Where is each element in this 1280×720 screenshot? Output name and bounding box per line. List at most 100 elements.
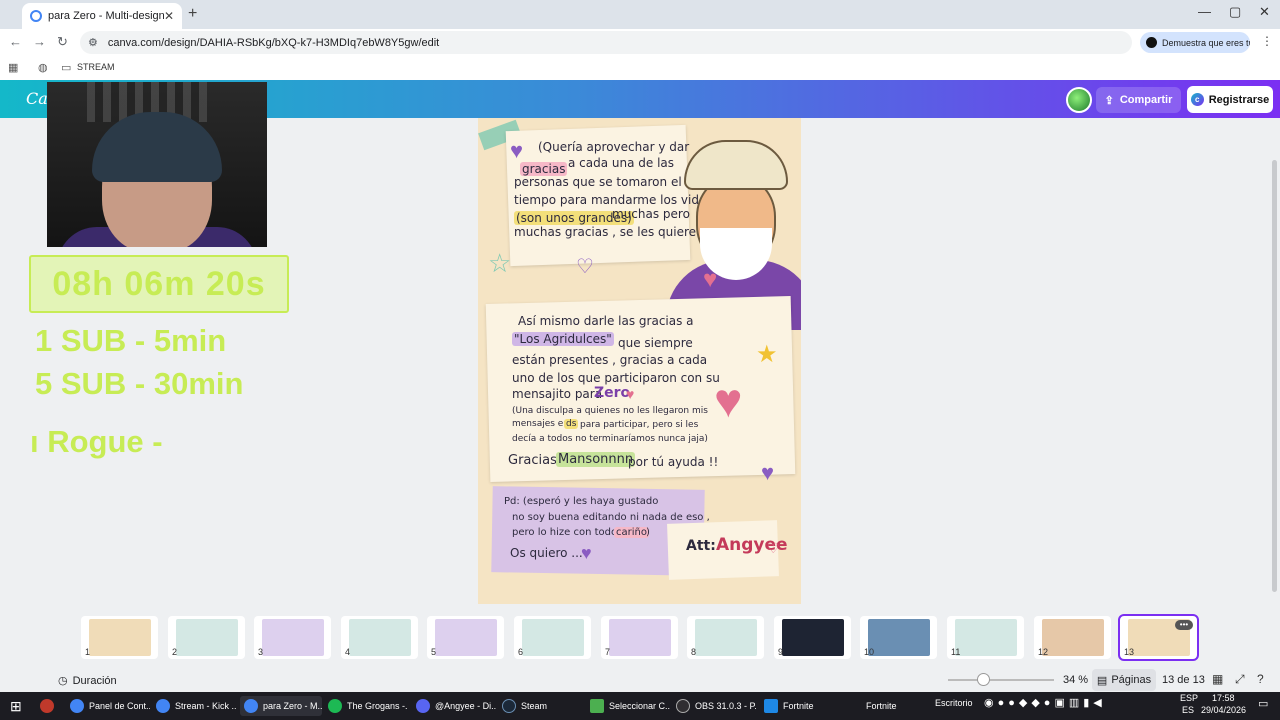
page-thumbnail[interactable]: 1 [81, 616, 158, 659]
canvas-scrollbar[interactable] [1272, 160, 1277, 592]
upload-icon: ⇪ [1104, 94, 1114, 107]
pages-label: Páginas [1111, 674, 1152, 686]
webcam-beanie [92, 112, 222, 182]
fullscreen-icon[interactable]: ⤢ [1235, 672, 1245, 687]
page-thumbnail[interactable]: 12 [1034, 616, 1111, 659]
register-label: Registrarse [1208, 93, 1270, 106]
page-thumbnail[interactable]: 11 [947, 616, 1024, 659]
taskbar-item-select[interactable]: Seleccionar C... [590, 696, 670, 716]
thumbnail-number: 3 [258, 647, 264, 657]
restore-button[interactable]: ▢ [1229, 4, 1241, 20]
page-thumbnail[interactable]: 9 [774, 616, 851, 659]
help-icon[interactable]: ? [1257, 672, 1264, 686]
note2-line4: uno de los que participaron con su [512, 371, 720, 385]
page-thumbnail[interactable]: 6 [514, 616, 591, 659]
note2-line8: para participar, pero si les [580, 420, 699, 430]
taskbar-item-obs[interactable]: OBS 31.0.3 - P... [676, 696, 756, 716]
taskbar-label: OBS 31.0.3 - P... [695, 701, 756, 711]
clock-time[interactable]: 17:58 [1212, 693, 1235, 703]
app-icon[interactable] [40, 696, 54, 716]
register-button[interactable]: c Registrarse [1187, 86, 1273, 113]
note1-line1: (Quería aprovechar y dar [538, 140, 690, 154]
bookmark-star-icon[interactable]: ☆ [88, 36, 98, 49]
language-bottom[interactable]: ES [1182, 705, 1194, 715]
pages-button[interactable]: ▤ Páginas [1092, 669, 1156, 691]
taskbar-item-steam[interactable]: Steam [502, 696, 582, 716]
apps-grid-icon[interactable]: ▦ [8, 61, 18, 74]
sub-rule-2: 5 SUB - 30min [35, 366, 244, 401]
thumbnail-preview [868, 619, 930, 656]
tab-close-button[interactable]: ✕ [164, 9, 174, 23]
profile-chip[interactable]: Demuestra que eres tú [1140, 32, 1250, 53]
browser-menu-icon[interactable]: ⋮ [1261, 34, 1273, 48]
heart-icon: ♡ [576, 256, 594, 278]
duration-button[interactable]: ◷ Duración [58, 674, 117, 688]
heart-icon: ♥ [510, 138, 524, 163]
thumbnail-number: 11 [951, 647, 961, 657]
zoom-slider-handle[interactable] [977, 673, 990, 686]
page-thumbnail[interactable]: 4 [341, 616, 418, 659]
language-top[interactable]: ESP [1180, 693, 1198, 703]
zoom-level[interactable]: 34 % [1063, 674, 1088, 686]
design-page[interactable]: ♥ (Quería aprovechar y dar gracias a cad… [478, 118, 801, 604]
webcam-overlay [47, 82, 267, 247]
new-tab-button[interactable]: + [188, 5, 197, 23]
page-thumbnail[interactable]: 7 [601, 616, 678, 659]
more-options-icon[interactable]: ••• [1175, 620, 1193, 630]
windows-start-icon[interactable]: ⊞ [10, 696, 22, 716]
page-thumbnail[interactable]: 3 [254, 616, 331, 659]
grid-view-icon[interactable]: ▦ [1212, 672, 1223, 686]
taskbar-item-canva[interactable]: para Zero - M... [240, 696, 322, 716]
minimize-button[interactable]: — [1198, 4, 1211, 19]
taskbar-label: Fortnite [866, 701, 897, 711]
user-avatar[interactable] [1066, 87, 1092, 113]
thanks-prefix: Gracias [508, 453, 557, 468]
forward-arrow-icon[interactable]: → [33, 34, 46, 49]
note1-line2: a cada una de las [568, 156, 675, 170]
globe-icon[interactable]: ◍ [38, 61, 48, 74]
folder-icon[interactable]: ▭ [61, 61, 71, 74]
reload-icon[interactable]: ↻ [57, 34, 68, 50]
page-thumbnail[interactable]: 8 [687, 616, 764, 659]
bookmark-folder-stream[interactable]: STREAM [77, 62, 115, 72]
share-button[interactable]: ⇪ Compartir [1096, 87, 1181, 113]
heart-icon: ♡ [767, 540, 780, 556]
highlight-gracias: gracias [520, 162, 568, 176]
taskbar-item-fortnite[interactable]: Fortnite [764, 696, 844, 716]
browser-tab-active[interactable]: para Zero - Multi-design ✕ [22, 3, 182, 29]
profile-avatar-icon [1146, 37, 1157, 48]
thumbnail-number: 12 [1038, 647, 1049, 657]
note1-line3: personas que se tomaron el [514, 175, 682, 189]
page-thumbnail[interactable]: 5 [427, 616, 504, 659]
taskbar-item-discord[interactable]: @Angyee - Di... [416, 696, 496, 716]
note2-line6: (Una disculpa a quienes no les llegaron … [512, 406, 708, 416]
thumbnail-preview [262, 619, 324, 656]
address-bar[interactable]: ⚙ canva.com/design/DAHIA-RSbKg/bXQ-k7-H3… [80, 31, 1132, 54]
page-thumbnail[interactable]: 10 [860, 616, 937, 659]
page-thumbnail[interactable]: 13 ••• [1118, 614, 1199, 661]
taskbar-label: Panel de Cont... [89, 701, 150, 711]
browser-tab-strip: para Zero - Multi-design ✕ + — ▢ ✕ [0, 0, 1280, 29]
taskbar-label: The Grogans -... [347, 701, 408, 711]
tab-title: para Zero - Multi-design [48, 10, 164, 22]
thumbnail-number: 1 [85, 647, 91, 657]
taskbar-item-panel[interactable]: Panel de Cont... [70, 696, 150, 716]
notifications-icon[interactable]: ▭ [1258, 697, 1268, 710]
desktop-label[interactable]: Escritorio [935, 698, 973, 708]
taskbar-item-kick[interactable]: Stream - Kick ... [156, 696, 236, 716]
note3-line5: Os quiero ... [510, 546, 583, 560]
page-thumbnail[interactable]: 2 [168, 616, 245, 659]
close-window-button[interactable]: ✕ [1259, 4, 1270, 20]
canva-favicon-icon [30, 10, 42, 22]
taskbar-item-spotify[interactable]: The Grogans -... [328, 696, 408, 716]
thumbnail-number: 8 [691, 647, 697, 657]
back-arrow-icon[interactable]: ← [9, 34, 22, 49]
thumbnail-preview [89, 619, 151, 656]
zoom-slider[interactable] [948, 679, 1054, 681]
taskbar-item-fortnite-2[interactable]: Fortnite [866, 696, 926, 716]
heart-icon: ♥ [761, 460, 775, 485]
clock-date[interactable]: 29/04/2026 [1201, 705, 1246, 715]
note3-line1: Pd: (esperó y les haya gustado [504, 496, 659, 507]
tray-icons[interactable]: ◉●●◆◆●▣▥▮◀ [984, 696, 1106, 709]
heart-icon: ♥ [626, 386, 635, 402]
